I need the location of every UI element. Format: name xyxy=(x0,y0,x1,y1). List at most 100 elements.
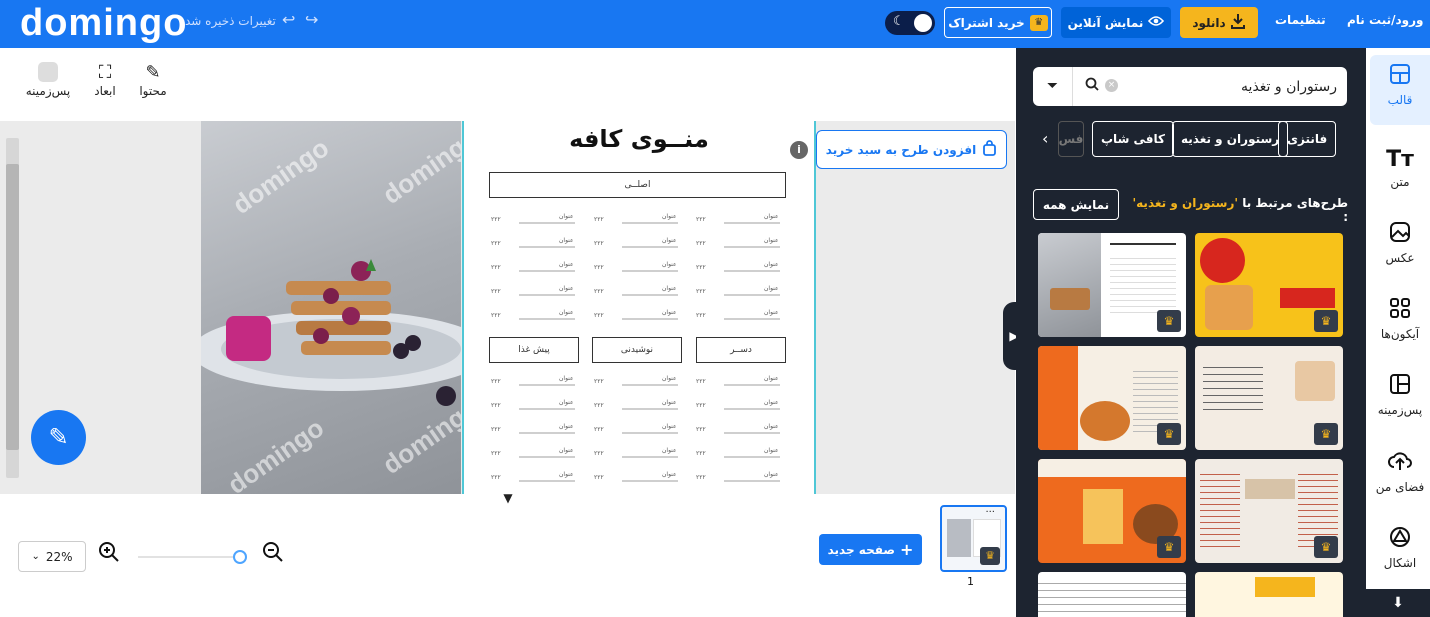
menu-item-desc xyxy=(519,294,575,296)
design-photo[interactable]: domingo domingo domingo domingo xyxy=(201,121,461,494)
nav-label: عکس xyxy=(1385,251,1415,265)
nav-item-image[interactable]: عکس xyxy=(1370,213,1430,283)
template-card[interactable]: ♛ xyxy=(1195,233,1343,337)
filter-icon[interactable]: ⏷ xyxy=(1033,67,1073,106)
menu-item-title: عنوان xyxy=(662,285,677,292)
background-icon xyxy=(1370,373,1430,403)
related-keyword: 'رستوران و تغذیه' xyxy=(1132,196,1239,210)
nav-item-icons[interactable]: آیکون‌ها xyxy=(1370,289,1430,359)
undo-icon[interactable]: ↩ xyxy=(282,10,295,29)
menu-item-price: ۲۲۲ xyxy=(594,402,604,409)
menu-item-desc xyxy=(519,480,575,482)
add-to-cart-button[interactable]: افزودن طرح به سبد خرید xyxy=(816,130,1007,169)
menu-item-desc xyxy=(519,456,575,458)
menu-page[interactable]: منــوی کافه اصلــی دســر نوشیدنی پیش غذا… xyxy=(462,121,816,494)
show-all-button[interactable]: نمایش همه xyxy=(1033,189,1119,220)
menu-item-price: ۲۲۲ xyxy=(594,240,604,247)
zoom-out-icon[interactable] xyxy=(262,541,284,568)
nav-item-shapes[interactable]: اشکال xyxy=(1370,518,1430,588)
template-card[interactable] xyxy=(1195,572,1343,617)
info-icon[interactable]: i xyxy=(790,141,808,159)
search-icon[interactable] xyxy=(1085,77,1099,95)
menu-item-desc xyxy=(724,246,780,248)
chevron-left-icon[interactable]: ‹ xyxy=(1042,129,1062,148)
menu-item-title: عنوان xyxy=(662,375,677,382)
new-page-button[interactable]: صفحه جدید + xyxy=(819,534,922,565)
logo[interactable]: domingo xyxy=(20,2,187,45)
menu-item-desc xyxy=(622,408,678,410)
template-card[interactable]: ♛ xyxy=(1038,233,1186,337)
settings-link[interactable]: تنظیمات xyxy=(1275,13,1326,27)
template-card[interactable]: ♛ xyxy=(1195,346,1343,450)
card-lines xyxy=(1203,361,1263,411)
thumb-photo xyxy=(947,519,971,557)
dimensions-tool[interactable]: ⛶ ابعاد xyxy=(80,62,130,98)
menu-item-title: عنوان xyxy=(559,285,574,292)
template-card[interactable] xyxy=(1038,572,1186,617)
card-header xyxy=(1038,459,1186,477)
magic-wand-icon: ✎ xyxy=(48,423,69,451)
card-lines xyxy=(1038,577,1186,617)
more-icon[interactable]: ··· xyxy=(985,507,995,518)
chip-coffeeshop[interactable]: کافی شاپ xyxy=(1092,121,1175,157)
zoom-slider-handle[interactable] xyxy=(233,550,247,564)
menu-item-title: عنوان xyxy=(764,375,779,382)
menu-item-desc xyxy=(724,318,780,320)
section-main-frame: اصلــی xyxy=(489,172,786,198)
menu-item-desc xyxy=(622,294,678,296)
vertical-scrollbar[interactable] xyxy=(6,138,19,478)
nav-item-myspace[interactable]: فضای من xyxy=(1370,442,1430,512)
redo-icon[interactable]: ↪ xyxy=(305,10,318,29)
content-tool[interactable]: ✎ محتوا xyxy=(128,62,178,98)
plus-icon: + xyxy=(899,540,914,559)
card-title xyxy=(1255,577,1315,597)
zoom-slider-track[interactable] xyxy=(138,556,238,558)
subscription-label: خرید اشتراک xyxy=(948,15,1025,30)
magic-wand-button[interactable]: ✎ xyxy=(31,410,86,465)
eye-icon xyxy=(1148,15,1165,30)
menu-item-price: ۲۲۲ xyxy=(696,240,706,247)
menu-item-price: ۲۲۲ xyxy=(491,474,501,481)
template-card[interactable]: ♛ xyxy=(1195,459,1343,563)
menu-item-desc xyxy=(519,246,575,248)
template-card[interactable]: ♛ xyxy=(1038,459,1186,563)
nav-item-template[interactable]: قالب xyxy=(1370,55,1430,125)
scrollbar-thumb[interactable] xyxy=(6,164,19,450)
menu-item-title: عنوان xyxy=(764,447,779,454)
nav-item-text[interactable]: Tт متن xyxy=(1370,137,1430,207)
nav-label: فضای من xyxy=(1375,480,1425,494)
page-thumbnail[interactable]: ··· ♛ xyxy=(940,505,1007,572)
menu-item-title: عنوان xyxy=(559,213,574,220)
crown-icon: ♛ xyxy=(1314,423,1338,445)
search-box[interactable]: ⏷ × xyxy=(1033,67,1347,106)
zoom-in-icon[interactable] xyxy=(98,541,120,568)
template-card[interactable]: ♛ xyxy=(1038,346,1186,450)
menu-item-price: ۲۲۲ xyxy=(594,474,604,481)
download-icon xyxy=(1230,13,1246,32)
login-link[interactable]: ورود/ثبت نام xyxy=(1347,13,1423,27)
dark-mode-toggle[interactable]: ☾ xyxy=(885,11,935,35)
menu-item-price: ۲۲۲ xyxy=(491,288,501,295)
search-input[interactable] xyxy=(1117,67,1337,106)
nav-scroll-down[interactable]: ⬇ xyxy=(1366,589,1430,617)
download-button[interactable]: دانلود xyxy=(1180,7,1258,38)
menu-item-title: عنوان xyxy=(559,261,574,268)
card-strip xyxy=(1038,346,1078,450)
menu-item-desc xyxy=(519,222,575,224)
menu-item-title: عنوان xyxy=(662,237,677,244)
chip-restaurant[interactable]: رستوران و تغذیه xyxy=(1172,121,1289,157)
nav-item-background[interactable]: پس‌زمینه xyxy=(1370,365,1430,435)
preview-button[interactable]: نمایش آنلاین xyxy=(1061,7,1171,38)
edit-icon: ✎ xyxy=(145,62,161,83)
zoom-select[interactable]: ⌄ 22% xyxy=(18,541,86,572)
card-fries xyxy=(1083,489,1123,544)
menu-item-price: ۲۲۲ xyxy=(594,216,604,223)
menu-item-price: ۲۲۲ xyxy=(491,264,501,271)
card-lines xyxy=(1200,469,1240,549)
background-tool[interactable]: پس‌زمینه xyxy=(23,62,73,98)
menu-item-desc xyxy=(724,294,780,296)
subscription-button[interactable]: خرید اشتراک ♛ xyxy=(944,7,1052,38)
menu-item-title: عنوان xyxy=(559,423,574,430)
new-page-label: صفحه جدید xyxy=(827,542,895,557)
menu-item-desc xyxy=(622,222,678,224)
